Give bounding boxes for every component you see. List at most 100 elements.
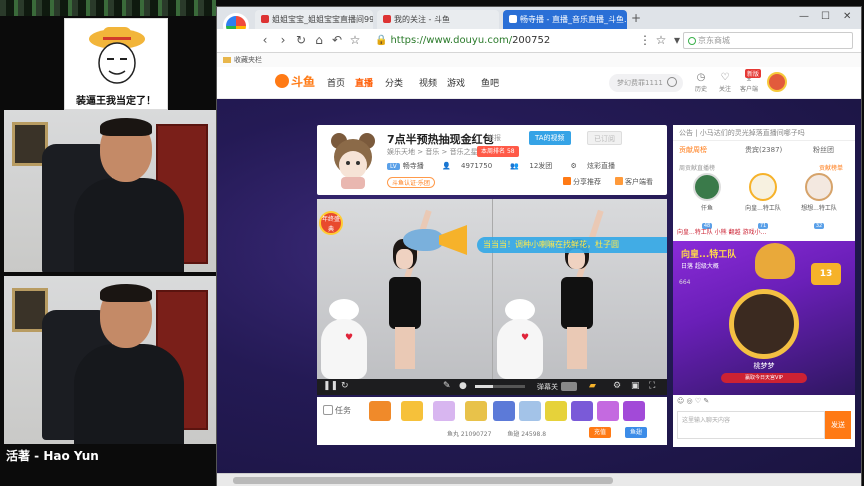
theater-mode-icon[interactable]: ▣: [631, 381, 640, 391]
ta-videos-button[interactable]: TA的视频: [529, 131, 571, 145]
nav-category[interactable]: 分类: [385, 76, 403, 89]
heart-icon: ♡: [720, 72, 730, 83]
gift-effect-icon[interactable]: ▰: [589, 381, 596, 391]
weekly-rank-badge: 本周排名 58: [477, 146, 519, 157]
send-button[interactable]: 发送: [825, 411, 851, 439]
undo-icon[interactable]: ↶: [329, 33, 345, 47]
chat-message: 向皇...特工队 小熊 翻越 游戏小…: [677, 229, 767, 236]
gift-item[interactable]: [369, 401, 391, 421]
search-engine-input[interactable]: 京东商城: [683, 32, 853, 49]
douyu-fish-icon: [275, 74, 289, 88]
client-watch-button[interactable]: 客户端看: [615, 177, 653, 187]
nav-home[interactable]: 首页: [327, 76, 345, 89]
anchor-avatar-icon[interactable]: [327, 131, 379, 189]
report-link[interactable]: 举报: [487, 133, 501, 143]
gift-item[interactable]: [465, 401, 487, 421]
fish-wings-balance: 鱼翅 24598.8: [507, 431, 547, 438]
nav-live[interactable]: 直播: [355, 76, 373, 89]
page-menu-icon[interactable]: ⋮: [637, 33, 653, 47]
horizontal-scrollbar[interactable]: [217, 473, 861, 486]
follow-button[interactable]: ♡ 关注: [715, 72, 735, 93]
chat-input[interactable]: 这里输入聊天内容: [677, 411, 825, 439]
site-search-input[interactable]: 梦幻费罪1111: [609, 74, 683, 92]
group-icon: 👥: [510, 162, 520, 170]
tab-weekly-contribution[interactable]: 贡献周榜: [679, 145, 707, 155]
avatar: [749, 173, 777, 201]
tab-3-active[interactable]: 畅寺播 - 直播_音乐直播_斗鱼...: [503, 10, 627, 29]
reload-icon[interactable]: ↻: [341, 381, 349, 391]
certification-tag[interactable]: 斗鱼认证·乐团: [387, 177, 435, 188]
host-label: 活著 - Hao Yun: [6, 449, 99, 463]
person-icon: 👤: [442, 162, 451, 170]
top-contributor[interactable]: 想想...特工队 32: [799, 173, 839, 231]
forward-icon[interactable]: ›: [275, 33, 291, 47]
gift-item[interactable]: [545, 401, 567, 421]
chat-toolbar[interactable]: ☺ ◎ ♡ ✎: [673, 397, 855, 409]
user-avatar[interactable]: [767, 72, 787, 92]
video-player[interactable]: ♥ ♥ 当当当！调种小喇嘛在找鲜花，杜子圆 年终盛典: [317, 199, 667, 379]
share-icon: [563, 177, 571, 185]
baymax-figure: ♥: [321, 299, 367, 379]
top-contributor[interactable]: 仟鱼 48: [687, 173, 727, 231]
history-button[interactable]: ◷ 历史: [691, 72, 711, 93]
top-contributor[interactable]: 向皇...特工队 71: [743, 173, 783, 231]
home-icon[interactable]: ⌂: [311, 33, 327, 47]
bookmark-star-icon[interactable]: ☆: [347, 33, 363, 47]
recharge-button[interactable]: 充值: [589, 427, 612, 438]
rank-tabs: 贡献周榜 贵宾(2387) 粉丝团: [673, 145, 855, 159]
gift-item[interactable]: [597, 401, 619, 421]
maximize-icon[interactable]: ☐: [821, 11, 830, 22]
close-icon[interactable]: ✕: [843, 11, 851, 22]
danmu-toggle[interactable]: [561, 382, 577, 391]
screen-edge-strip: [0, 0, 216, 16]
gift-promo-banner[interactable]: 向皇...特工队 日落 超级大概 664 13 桃梦梦 赢取今日天宫VIP: [673, 241, 855, 395]
gift-item[interactable]: [493, 401, 515, 421]
live-room: 7点半预热抽现金红包 举报 TA的视频 已订阅 娱乐天地 > 音乐 > 音乐之星…: [317, 125, 667, 447]
task-button[interactable]: 任务: [323, 405, 351, 416]
minimize-icon[interactable]: —: [799, 11, 809, 22]
tab-vip[interactable]: 贵宾(2387): [745, 145, 782, 155]
rank-title: 周贡献直播榜: [679, 165, 716, 172]
tab-1[interactable]: 姐姐宝宝_姐姐宝宝直播间9999...: [255, 10, 373, 29]
volume-icon[interactable]: ●: [459, 381, 467, 391]
star-icon[interactable]: ☆: [653, 33, 669, 47]
gift-item[interactable]: [623, 401, 645, 421]
share-button[interactable]: 分享推荐: [563, 177, 601, 187]
fish-wing-button[interactable]: 鱼翅: [625, 427, 648, 438]
broadcast-ticker[interactable]: 当当当！调种小喇嘛在找鲜花，杜子圆: [477, 237, 667, 253]
popularity: 👤 4971750: [442, 162, 493, 170]
clock-icon: ◷: [696, 72, 706, 83]
bookmark-folder[interactable]: 收藏夹栏: [223, 56, 262, 64]
new-tab-icon[interactable]: +: [631, 11, 641, 25]
webcam-view-bottom: [4, 276, 216, 444]
douyu-logo[interactable]: 斗鱼: [275, 73, 315, 90]
pause-icon[interactable]: ❚❚: [323, 381, 338, 391]
fish-balls-balance: 鱼丸 21090727: [447, 431, 492, 438]
tab-fan-club[interactable]: 粉丝团: [813, 145, 834, 155]
fullscreen-icon[interactable]: ⛶: [649, 381, 655, 391]
nav-game[interactable]: 游戏: [447, 76, 465, 89]
edit-icon[interactable]: ✎: [443, 381, 451, 391]
gift-item[interactable]: [401, 401, 423, 421]
scrollbar-thumb[interactable]: [233, 477, 613, 484]
rank-more-link[interactable]: 贡献榜单: [819, 163, 843, 172]
favicon-icon: [509, 15, 517, 23]
subscribe-button[interactable]: 已订阅: [587, 131, 622, 145]
back-icon[interactable]: ‹: [257, 33, 273, 47]
gift-item[interactable]: [433, 401, 455, 421]
volume-slider[interactable]: [475, 385, 525, 388]
breadcrumb[interactable]: 娱乐天地 > 音乐 > 音乐之星: [387, 147, 478, 157]
avatar: [805, 173, 833, 201]
gift-item[interactable]: [571, 401, 593, 421]
tab-2[interactable]: 我的关注 - 斗鱼: [377, 10, 499, 29]
event-badge[interactable]: 年终盛典: [319, 211, 343, 235]
refresh-icon[interactable]: ↻: [293, 33, 309, 47]
gift-item[interactable]: [519, 401, 541, 421]
nav-video[interactable]: 视频: [419, 76, 437, 89]
folder-icon: [223, 57, 231, 63]
settings-icon[interactable]: ⚙: [613, 381, 621, 391]
volume-fill: [475, 385, 493, 388]
url-field[interactable]: 🔒 https://www.douyu.com/200752: [375, 32, 659, 49]
search-icon[interactable]: [667, 77, 677, 87]
nav-fishbar[interactable]: 鱼吧: [481, 76, 499, 89]
